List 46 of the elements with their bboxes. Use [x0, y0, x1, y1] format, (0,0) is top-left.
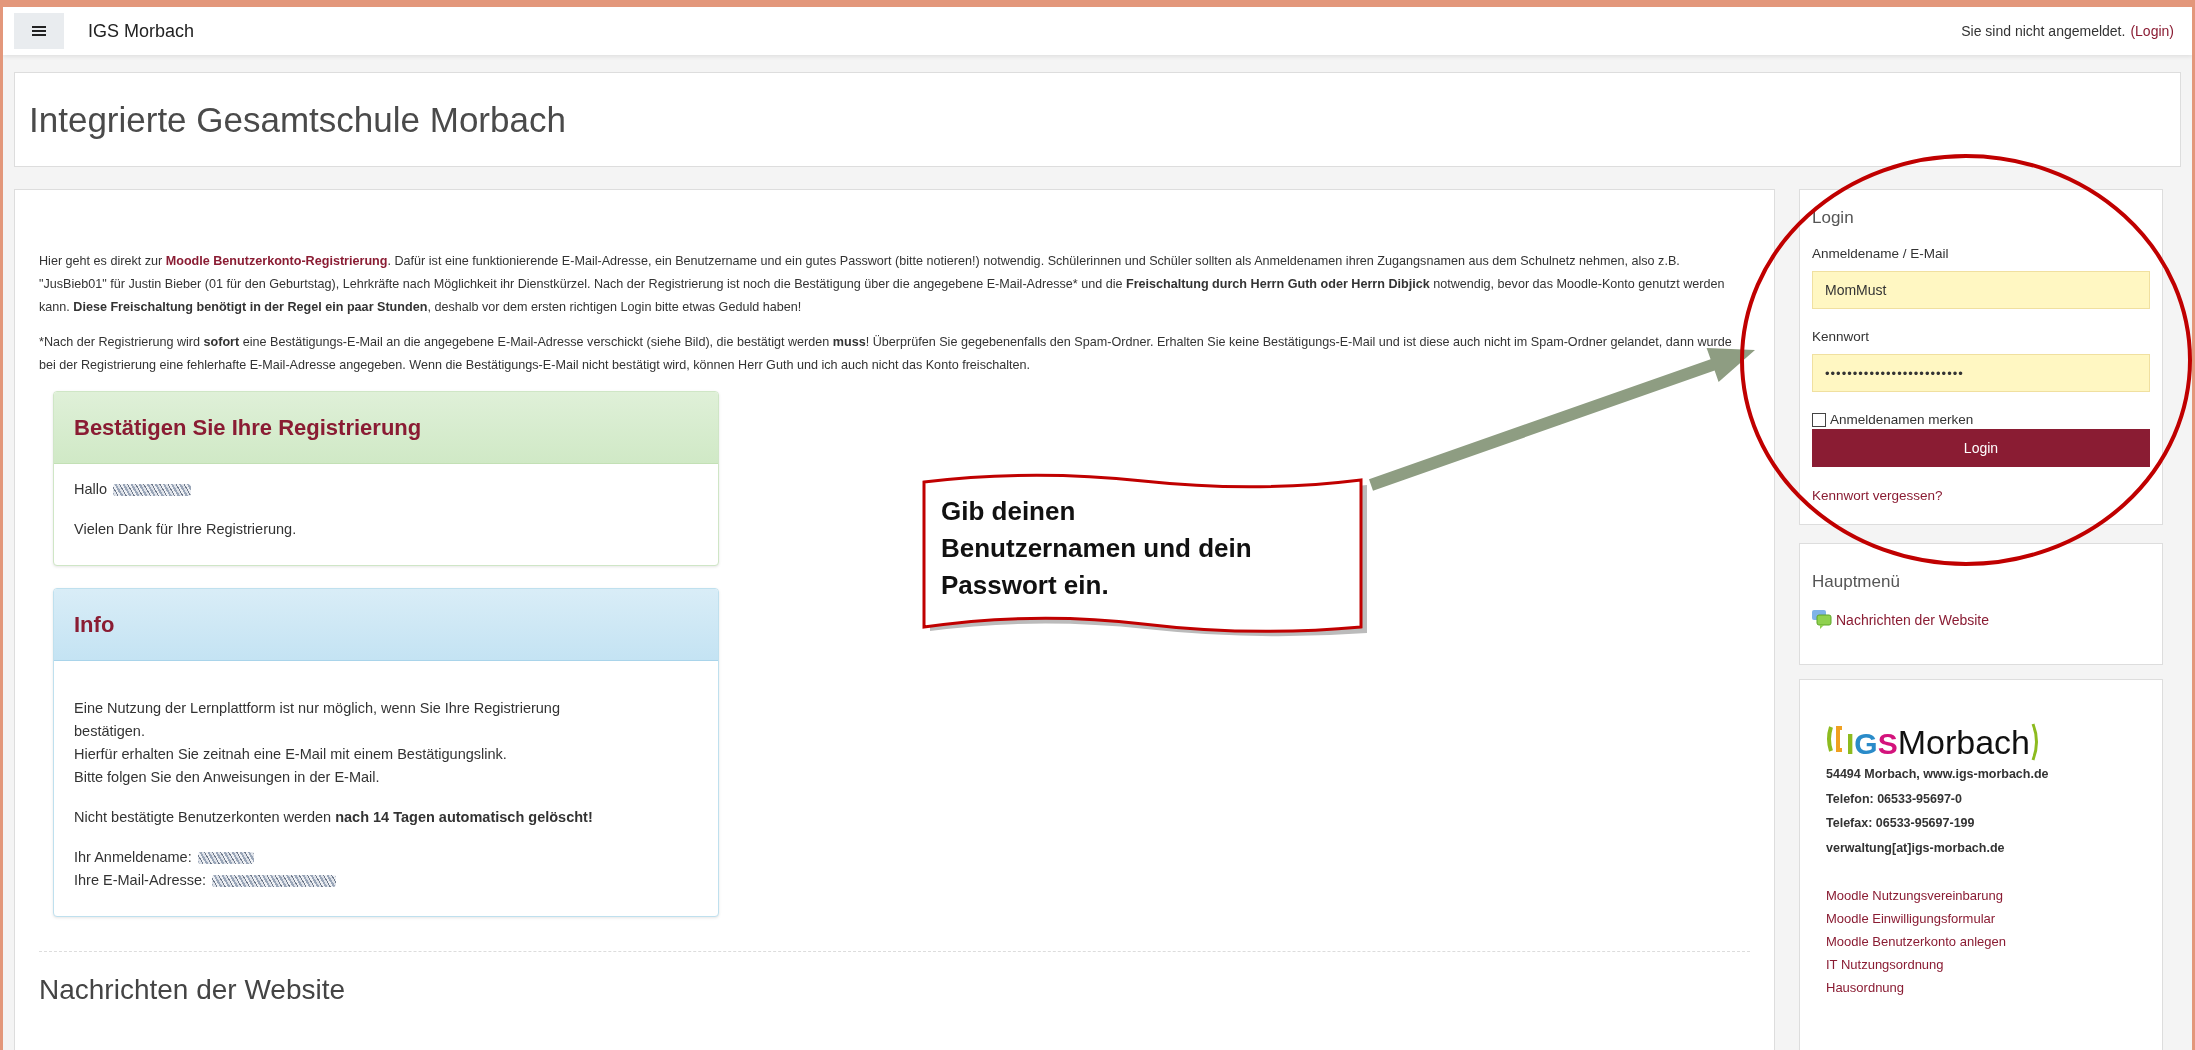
footer-link[interactable]: Moodle Einwilligungsformular [1826, 907, 1996, 930]
blurred-text [197, 851, 254, 864]
menu-button[interactable] [14, 13, 64, 49]
footer-link[interactable]: Moodle Nutzungsvereinbarung [1826, 884, 2004, 907]
footer-link[interactable]: Moodle Benutzerkonto anlegen [1826, 930, 2006, 953]
footer-link[interactable]: Hausordnung [1826, 976, 1905, 999]
field-label: Anmeldename / E-Mail [1812, 246, 1950, 261]
section-heading: Nachrichten der Website [39, 974, 347, 1006]
chat-bubbles-icon [1812, 610, 1832, 629]
menu-link[interactable]: Nachrichten der Website [1836, 611, 1990, 628]
card-title: Info [74, 611, 115, 638]
login-button[interactable]: Login [1812, 429, 2150, 467]
username-label: Ihr Anmeldename: [74, 848, 192, 867]
logo-bracket-icon [1826, 723, 1844, 754]
login-status: Sie sind nicht angemeldet. [1961, 23, 2126, 39]
username-field[interactable]: MomMust [1812, 271, 2150, 309]
field-label: Kennwort [1812, 329, 1871, 344]
school-logo: IGSMorbach [1826, 722, 2040, 762]
email-label: Ihre E-Mail-Adresse: [74, 871, 207, 890]
page-title: Integrierte Gesamtschule Morbach [29, 99, 566, 140]
contact-text: Telefax: 06533-95697-199 [1826, 815, 1976, 832]
intro-paragraph: Hier geht es direkt zur Moodle Benutzerkonto-Registrierung. Dafür ist eine funktionierende E-Mail-Adresse, ein Benutzername und ein gutes Passwort (bitte notieren!) notwendig. Schülerinnen und Schüler sollten als Anmeldenamen ihren Zugangsnamen aus dem Schulnetz nehmen, also z.B. "JusBieb01" für Justin Bieber (01 für den Geburtstag), Lehrkräfte nach Möglichkeit ihr Dienstkürzel. Nach der Registrierung ist noch die Bestätigung über die angegebene E-Mail-Adresse* und die Freischaltung durch Herrn Guth oder Herrn Dibjick notwendig, bevor das Moodle-Konto genutzt werden kann. Diese Freischaltung benötigt in der Regel ein paar Stunden, deshalb vor dem ersten richtigen Login bitte etwas Geduld haben! [39, 253, 1726, 316]
contact-text: Telefon: 06533-95697-0 [1826, 790, 1963, 808]
info-text: Hierfür erhalten Sie zeitnah eine E-Mail mit einem Bestätigungslink. [74, 745, 508, 764]
contact-text: 54494 Morbach, www.igs-morbach.de [1826, 766, 2050, 783]
site-name: IGS Morbach [88, 20, 195, 42]
thanks-text: Vielen Dank für Ihre Registrierung. [74, 520, 298, 539]
block-title: Login [1812, 208, 1855, 228]
block-title: Hauptmenü [1812, 572, 1901, 592]
password-field[interactable]: ••••••••••••••••••••••••• [1812, 354, 2150, 392]
intro-paragraph: *Nach der Registrierung wird sofort eine Bestätigungs-E-Mail an die angegebene E-Mail-Adresse verschickt (siehe Bild), die bestätigt werden muss! Überprüfen Sie gegebenenfalls den Spam-Ordner. Erhalten Sie keine Bestätigungs-E-Mail und ist diese auch nicht im Spam-Ordner gelandet, dann wurde bei der Registrierung eine fehlerhafte E-Mail-Adresse angegeben. Wenn die Bestätigungs-E-Mail nicht bestätigt wird, können Herr Guth und ich auch nicht das Konto freischalten. [39, 334, 1733, 374]
info-text: Eine Nutzung der Lernplattform ist nur möglich, wenn Sie Ihre Registrierung bestätigen. [74, 699, 561, 741]
checkbox[interactable] [1812, 412, 1826, 427]
card-title: Bestätigen Sie Ihre Registrierung [74, 414, 422, 441]
footer-link[interactable]: IT Nutzungsordnung [1826, 953, 1944, 976]
checkbox-label: Anmeldenamen merken [1830, 412, 1974, 427]
info-text: Bitte folgen Sie den Anweisungen in der E-Mail. [74, 768, 381, 787]
registration-link[interactable]: Moodle Benutzerkonto-Registrierung [165, 254, 388, 268]
deletion-notice: Nicht bestätigte Benutzerkonten werden nach 14 Tagen automatisch gelöscht! [74, 808, 594, 827]
logo-bracket-icon [2030, 722, 2040, 762]
forgot-password-link[interactable]: Kennwort vergessen? [1812, 488, 1943, 503]
callout-text: Gib deinen Benutzernamen und dein Passwort ein. [941, 495, 1252, 602]
greeting-text: Hallo [74, 480, 108, 499]
contact-text: verwaltung[at]igs-morbach.de [1826, 839, 2006, 857]
login-link[interactable]: (Login) [2130, 23, 2174, 39]
menu-icon [32, 25, 46, 37]
